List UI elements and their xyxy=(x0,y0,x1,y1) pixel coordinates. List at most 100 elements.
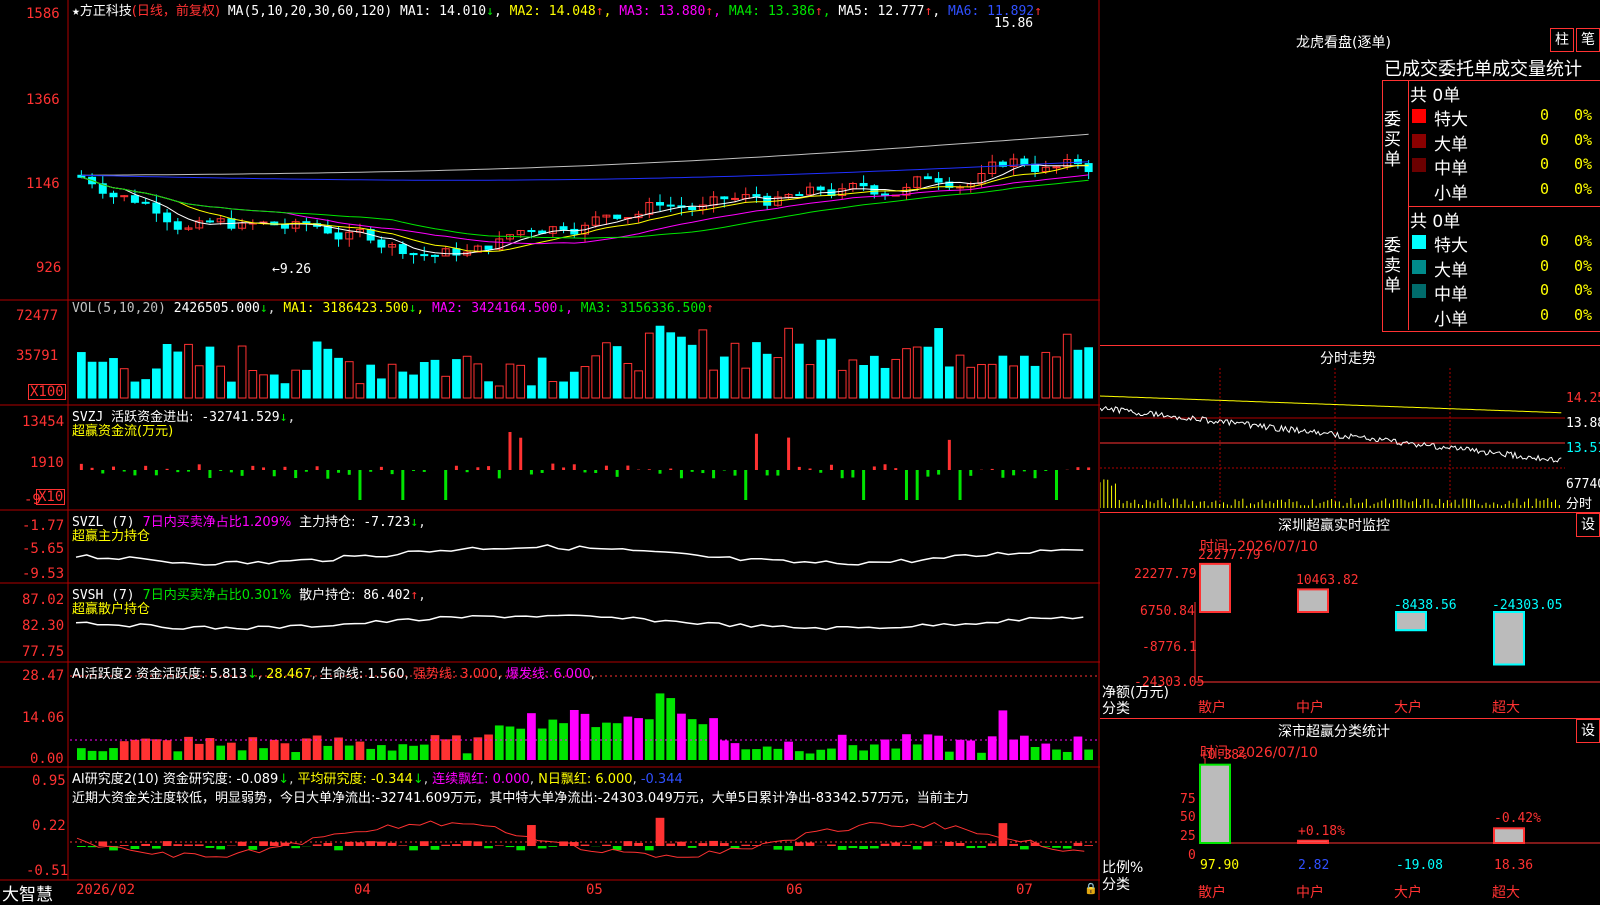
ai-burst-value: 6.000 xyxy=(553,667,590,682)
volume-bar xyxy=(624,363,632,398)
svsh-arrow: ↑ xyxy=(410,588,418,603)
volume-bar xyxy=(517,365,525,398)
retail-holding-line xyxy=(76,615,1083,629)
activity-bar xyxy=(613,723,622,760)
volume-bar xyxy=(174,352,182,398)
research-bar xyxy=(741,845,750,846)
period-label: (日线，前复权) xyxy=(132,4,220,19)
fundflow-bar xyxy=(80,464,83,470)
sell-row-swatch xyxy=(1412,309,1426,323)
volume-bar xyxy=(1010,366,1018,398)
volume-bar xyxy=(410,375,418,398)
fundflow-bar xyxy=(283,467,286,470)
sell-total: 共 0单 xyxy=(1410,207,1460,232)
fundflow-bar xyxy=(219,470,222,471)
research-bar xyxy=(141,844,150,846)
sz-monitor-ytick: 22277.79 xyxy=(1134,567,1197,582)
fundflow-bar xyxy=(316,466,319,470)
research-bar xyxy=(206,846,215,848)
ratio-value-label: 18.36 xyxy=(1494,858,1533,873)
ma2-arrow: ↑ xyxy=(596,4,604,19)
svsh-value: 86.402 xyxy=(363,588,410,603)
activity-bar xyxy=(77,748,86,760)
ratio-bar xyxy=(1494,828,1524,843)
activity-bar xyxy=(1063,752,1072,760)
sell-row-pct: 0% xyxy=(1574,232,1592,250)
activity-bar xyxy=(377,745,386,760)
activity-bar xyxy=(120,741,129,760)
fundflow-bar xyxy=(476,467,479,470)
research-bar xyxy=(956,843,965,846)
research-bar xyxy=(581,845,590,846)
research-bar xyxy=(441,845,450,846)
fundflow-bar xyxy=(326,470,329,479)
svsh-label: 散户持仓: xyxy=(299,588,355,603)
tab-tick[interactable]: 笔 xyxy=(1576,28,1600,52)
fundflow-bar xyxy=(948,440,951,470)
fundflow-bar xyxy=(841,470,844,478)
tab-bar-chart[interactable]: 柱 xyxy=(1550,28,1574,52)
research-bar xyxy=(881,844,890,846)
volume-bar xyxy=(967,367,975,398)
ai-research-label: 资金研究度: xyxy=(163,772,232,787)
fundflow-bar xyxy=(680,470,683,478)
activity-bar xyxy=(463,753,472,760)
volume-bar xyxy=(988,364,996,398)
price-tick-1: 1586 xyxy=(26,6,60,22)
ai-research-tick-1: 0.95 xyxy=(32,773,66,789)
activity-bar xyxy=(838,735,847,760)
volume-bar xyxy=(399,372,407,398)
research-bar xyxy=(634,843,643,846)
activity-bar xyxy=(816,750,825,760)
candle-body xyxy=(174,222,181,229)
intraday-tick-2: 13.88 xyxy=(1566,416,1600,431)
svzl-value: -7.723 xyxy=(363,515,410,530)
activity-bar xyxy=(891,749,900,760)
star-icon: ★ xyxy=(72,4,80,19)
volume-bar xyxy=(324,349,332,398)
intraday-chart[interactable] xyxy=(1100,368,1600,518)
activity-bar xyxy=(527,713,536,760)
ai-research-tick-2: 0.22 xyxy=(32,818,66,834)
svzl-desc: 7日内买卖净占比1.209% xyxy=(142,515,291,530)
buy-orders-label: 委买单 xyxy=(1384,110,1404,170)
volume-bar xyxy=(281,384,289,398)
stock-name: 方正科技 xyxy=(80,4,132,19)
activity-bar xyxy=(966,741,975,760)
activity-bar xyxy=(163,740,172,760)
activity-bar xyxy=(1020,736,1029,760)
fundflow-bar xyxy=(230,470,233,472)
activity-bar xyxy=(1009,740,1018,760)
vol-ma2-label: MA2: xyxy=(432,301,463,316)
activity-bar xyxy=(98,751,107,760)
activity-bar xyxy=(1031,747,1040,760)
net-category-label: 超大 xyxy=(1492,697,1520,717)
kline-chart-area[interactable] xyxy=(0,0,1100,900)
longhu-title: 龙虎看盘(逐单) xyxy=(1296,32,1391,52)
fundflow-bar xyxy=(626,466,629,470)
fundflow-bar xyxy=(584,470,587,472)
fundflow-bar xyxy=(455,466,458,470)
ma4-value: 13.386 xyxy=(768,4,815,19)
ai-active-header: AI活跃度2 资金活跃度: 5.813↓, 28.467, 生命线: 1.560… xyxy=(72,663,595,682)
research-bar xyxy=(538,846,547,848)
volume-bar xyxy=(131,382,139,398)
fundflow-bar xyxy=(884,464,887,470)
volume-bar xyxy=(774,358,782,398)
volume-bar xyxy=(388,364,396,398)
activity-bar xyxy=(238,750,247,760)
buy-row-pct: 0% xyxy=(1574,131,1592,149)
ai-life-label: 生命线: xyxy=(320,667,363,682)
lock-icon[interactable]: 🔒 xyxy=(1084,882,1098,895)
fundflow-bar xyxy=(991,469,994,470)
time-axis-label: 07 xyxy=(1016,882,1033,898)
fundflow-bar xyxy=(144,466,147,470)
research-line xyxy=(77,821,1084,857)
candle-body xyxy=(421,255,428,256)
sell-row-pct: 0% xyxy=(1574,281,1592,299)
volume-bar xyxy=(570,372,578,398)
fundflow-bar xyxy=(444,470,447,500)
volume-bar xyxy=(806,365,814,398)
volume-bar xyxy=(592,356,600,398)
ai-active-tick-3: 0.00 xyxy=(30,751,64,767)
